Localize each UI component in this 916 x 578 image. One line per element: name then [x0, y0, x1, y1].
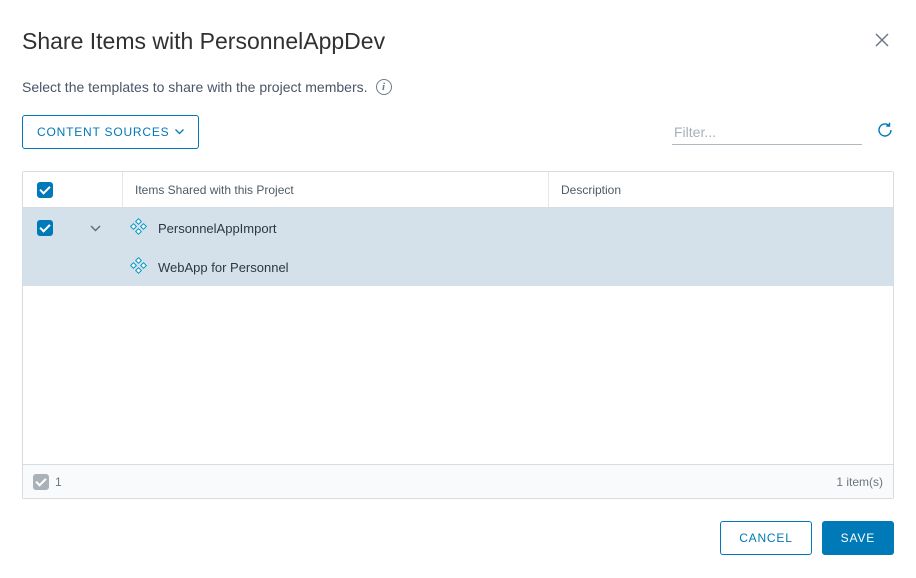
child-name: WebApp for Personnel [158, 260, 289, 275]
column-header-items[interactable]: Items Shared with this Project [123, 172, 549, 207]
save-button[interactable]: SAVE [822, 521, 894, 555]
chevron-down-icon [90, 225, 101, 232]
cancel-button[interactable]: CANCEL [720, 521, 811, 555]
table-row[interactable]: WebApp for Personnel [23, 248, 893, 286]
close-icon [874, 32, 890, 48]
blueprint-icon [133, 221, 148, 236]
refresh-button[interactable] [876, 121, 894, 144]
content-sources-label: CONTENT SOURCES [37, 125, 169, 139]
row-checkbox[interactable] [37, 220, 53, 236]
select-all-checkbox[interactable] [37, 182, 53, 198]
items-table: Items Shared with this Project Descripti… [22, 171, 894, 499]
group-name: PersonnelAppImport [158, 221, 277, 236]
table-header: Items Shared with this Project Descripti… [23, 172, 893, 208]
table-row-group: PersonnelAppImport WebApp for Personnel [23, 208, 893, 286]
refresh-icon [876, 121, 894, 139]
dialog-subtitle: Select the templates to share with the p… [22, 79, 368, 95]
footer-summary: 1 item(s) [836, 475, 883, 489]
column-header-description[interactable]: Description [549, 172, 893, 207]
chevron-down-icon [175, 129, 184, 135]
selected-count: 1 [55, 475, 62, 489]
footer-select-indicator [33, 474, 49, 490]
table-footer: 1 1 item(s) [23, 464, 893, 498]
close-button[interactable] [870, 28, 894, 52]
blueprint-icon [133, 260, 148, 275]
info-icon[interactable]: i [376, 79, 392, 95]
content-sources-dropdown[interactable]: CONTENT SOURCES [22, 115, 199, 149]
expand-toggle[interactable] [67, 225, 123, 232]
filter-input[interactable] [672, 120, 862, 145]
dialog-title: Share Items with PersonnelAppDev [22, 28, 385, 55]
